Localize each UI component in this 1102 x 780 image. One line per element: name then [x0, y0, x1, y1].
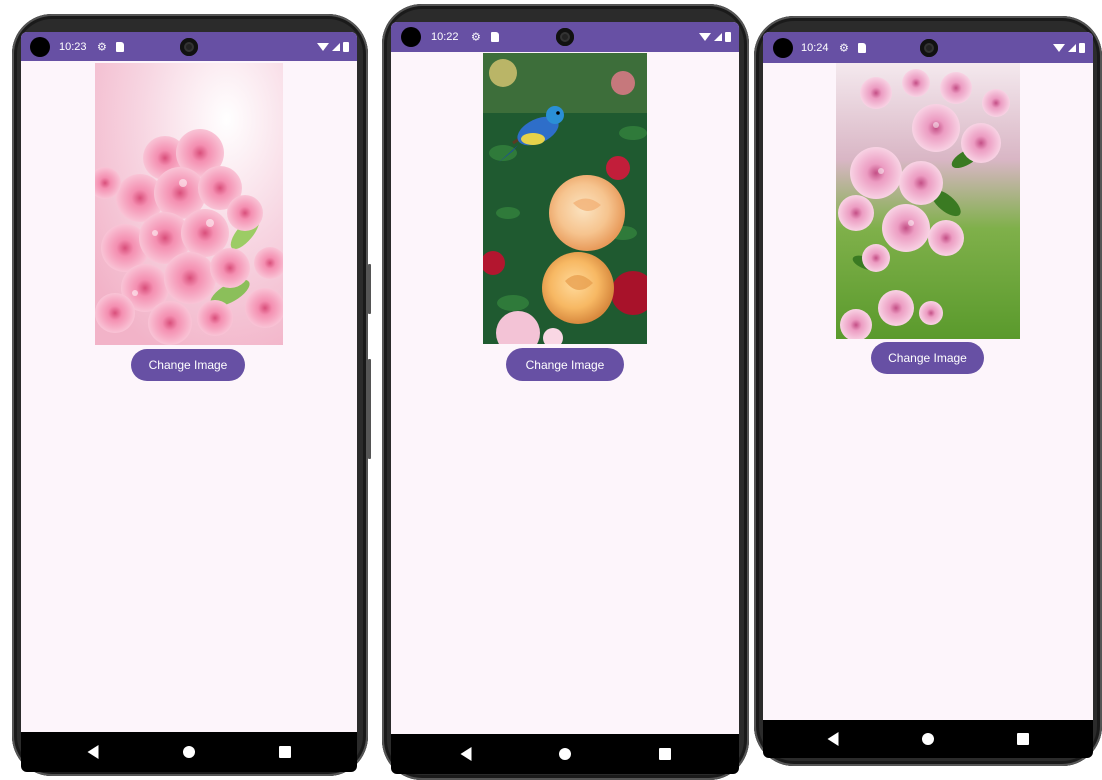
gear-icon: ⚙ [471, 31, 481, 44]
camera-cutout-icon [401, 27, 421, 47]
crabapple-blossom-image [836, 63, 1020, 339]
bird-roses-image [483, 53, 647, 344]
signal-icon [714, 33, 722, 41]
signal-icon [1068, 43, 1076, 52]
change-image-button[interactable]: Change Image [506, 348, 624, 381]
status-bar: 10:23 ⚙ [21, 32, 357, 61]
change-image-button[interactable]: Change Image [871, 342, 984, 374]
camera-cutout-icon [30, 36, 50, 57]
status-time: 10:24 [801, 41, 829, 54]
battery-icon [1079, 42, 1085, 53]
front-camera-icon [556, 28, 574, 46]
nav-bar [763, 720, 1093, 758]
phone-2-screen: 10:22 ⚙ Change Image [391, 22, 739, 774]
status-time: 10:23 [59, 40, 87, 53]
phone-3: 10:24 ⚙ Change Image [754, 16, 1102, 766]
sd-card-icon [116, 41, 124, 52]
gear-icon: ⚙ [839, 42, 849, 54]
phone-2: 10:22 ⚙ Change Image [382, 4, 749, 780]
sd-card-icon [491, 32, 499, 42]
battery-icon [725, 32, 731, 42]
home-icon[interactable] [183, 746, 195, 758]
recents-icon[interactable] [1017, 733, 1029, 745]
recents-icon[interactable] [659, 748, 671, 760]
front-camera-icon [180, 37, 198, 56]
wifi-icon [317, 42, 329, 51]
signal-icon [332, 42, 340, 51]
sd-card-icon [858, 42, 866, 53]
camera-cutout-icon [773, 37, 793, 58]
status-bar: 10:22 ⚙ [391, 22, 739, 52]
back-icon[interactable] [460, 747, 472, 761]
home-icon[interactable] [559, 748, 571, 760]
system-icons [1053, 42, 1085, 53]
system-icons [317, 41, 349, 52]
cherry-blossom-image [95, 63, 283, 345]
phone-1-screen: 10:23 ⚙ Change Image [21, 32, 357, 772]
back-icon[interactable] [827, 732, 839, 746]
gear-icon: ⚙ [97, 41, 107, 53]
front-camera-icon [920, 38, 938, 57]
battery-icon [343, 41, 349, 52]
image-view [483, 53, 647, 344]
phone-3-screen: 10:24 ⚙ Change Image [763, 32, 1093, 758]
volume-button [368, 359, 371, 459]
image-view [836, 63, 1020, 339]
recents-icon[interactable] [279, 746, 291, 758]
status-time: 10:22 [431, 31, 459, 43]
back-icon[interactable] [87, 745, 99, 759]
nav-bar [21, 732, 357, 772]
wifi-icon [1053, 43, 1065, 52]
image-view [95, 63, 283, 345]
phone-1: 10:23 ⚙ Change Image [12, 14, 371, 776]
nav-bar [391, 734, 739, 774]
system-icons [699, 32, 731, 42]
status-bar: 10:24 ⚙ [763, 32, 1093, 63]
wifi-icon [699, 33, 711, 41]
power-button [368, 264, 371, 314]
change-image-button[interactable]: Change Image [131, 349, 245, 381]
home-icon[interactable] [922, 733, 934, 745]
